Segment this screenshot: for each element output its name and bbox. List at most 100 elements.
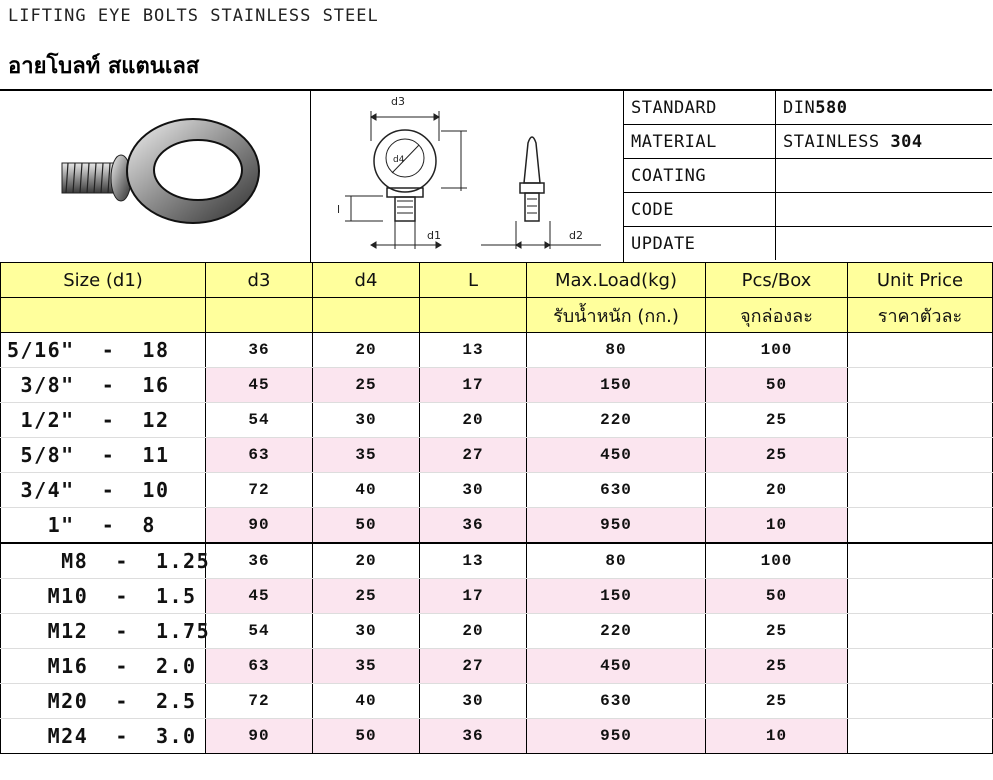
spec-key: UPDATE [624, 226, 776, 260]
cell-price [847, 613, 993, 649]
table-row: M10 - 1.5 45 25 17 150 50 [0, 578, 993, 614]
cell-load: 150 [526, 367, 706, 403]
header-unit-price: Unit Price [847, 262, 993, 298]
header-l-sub [419, 297, 527, 333]
spec-value: DIN580 [775, 91, 992, 125]
cell-load: 630 [526, 472, 706, 508]
cell-load: 630 [526, 683, 706, 719]
cell-l: 13 [419, 332, 527, 368]
cell-l: 20 [419, 402, 527, 438]
product-table: Size (d1) d3 d4 L Max.Load(kg) Pcs/Box Unit Pr… [0, 262, 993, 754]
eye-bolt-photo-icon [61, 118, 260, 224]
cell-d4: 20 [312, 332, 420, 368]
cell-d3: 45 [205, 578, 313, 614]
spec-value-bold: 304 [890, 131, 923, 152]
cell-d4: 50 [312, 718, 420, 754]
spec-value-prefix: DIN [783, 97, 816, 118]
spec-key: STANDARD [624, 91, 776, 125]
cell-pcs: 25 [705, 648, 848, 684]
page-title-en: LIFTING EYE BOLTS STAINLESS STEEL [8, 6, 379, 26]
cell-price [847, 437, 993, 473]
cell-pcs: 20 [705, 472, 848, 508]
spec-value-prefix: STAINLESS [783, 131, 891, 152]
spec-key: COATING [624, 158, 776, 193]
cell-d3: 36 [205, 542, 313, 579]
cell-size: 5/8" - 11 [0, 437, 206, 473]
cell-l: 36 [419, 507, 527, 544]
cell-d4: 30 [312, 613, 420, 649]
product-photo [0, 91, 311, 262]
cell-d4: 35 [312, 648, 420, 684]
spec-row: MATERIAL STAINLESS 304 [624, 124, 992, 159]
cell-price [847, 402, 993, 438]
cell-d4: 40 [312, 472, 420, 508]
cell-pcs: 100 [705, 332, 848, 368]
header-d3-sub [205, 297, 313, 333]
cell-d3: 63 [205, 648, 313, 684]
table-row: 3/4" - 10 72 40 30 630 20 [0, 472, 993, 508]
header-pcs-box-sub: จุกล่องละ [705, 297, 848, 333]
spec-value [776, 227, 993, 261]
diagram-label-d2: d2 [569, 229, 583, 242]
cell-load: 220 [526, 402, 706, 438]
cell-l: 30 [419, 472, 527, 508]
cell-d3: 63 [205, 437, 313, 473]
table-row: 5/16" - 18 36 20 13 80 100 [0, 332, 993, 368]
header-max-load-sub: รับน้ำหนัก (กก.) [526, 297, 706, 333]
header-max-load: Max.Load(kg) [526, 262, 706, 298]
cell-load: 80 [526, 542, 706, 579]
header-d4-sub [312, 297, 420, 333]
diagram-label-d1: d1 [427, 229, 441, 242]
cell-price [847, 683, 993, 719]
diagram-label-d3: d3 [391, 95, 405, 108]
cell-size: M16 - 2.0 [0, 648, 206, 684]
table-row: M20 - 2.5 72 40 30 630 25 [0, 683, 993, 719]
cell-l: 13 [419, 542, 527, 579]
header-unit-price-sub: ราคาตัวละ [847, 297, 993, 333]
table-row: 1" - 8 90 50 36 950 10 [0, 507, 993, 544]
cell-d3: 90 [205, 507, 313, 544]
cell-d4: 40 [312, 683, 420, 719]
table-row: 1/2" - 12 54 30 20 220 25 [0, 402, 993, 438]
spec-value-bold: 580 [815, 97, 848, 118]
cell-l: 20 [419, 613, 527, 649]
spec-table: STANDARD DIN580 MATERIAL STAINLESS 304 COATI… [624, 91, 992, 260]
cell-size: M8 - 1.25 [0, 542, 209, 579]
spec-row: COATING [624, 158, 992, 193]
cell-l: 27 [419, 437, 527, 473]
table-row: M8 - 1.25 36 20 13 80 100 [0, 542, 993, 579]
cell-l: 30 [419, 683, 527, 719]
cell-pcs: 50 [705, 367, 848, 403]
table-row: M16 - 2.0 63 35 27 450 25 [0, 648, 993, 684]
cell-pcs: 50 [705, 578, 848, 614]
spec-value [775, 158, 992, 193]
cell-load: 450 [526, 648, 706, 684]
cell-load: 950 [526, 718, 706, 754]
cell-price [847, 542, 993, 579]
header-d4: d4 [312, 262, 420, 298]
cell-size: 3/4" - 10 [0, 472, 206, 508]
spec-section: d3 d4 l d1 d2 STANDARD DIN580 MATERIAL S… [0, 89, 992, 262]
cell-size: 3/8" - 16 [0, 367, 206, 403]
cell-size: M20 - 2.5 [0, 683, 206, 719]
cell-l: 17 [419, 367, 527, 403]
header-size: Size (d1) [0, 262, 206, 298]
table-row: 5/8" - 11 63 35 27 450 25 [0, 437, 993, 473]
cell-size: M12 - 1.75 [0, 613, 209, 649]
cell-pcs: 100 [705, 542, 848, 579]
header-size-sub [0, 297, 206, 333]
diagram-label-d4: d4 [393, 155, 405, 165]
spec-row: CODE [624, 192, 992, 227]
cell-load: 220 [526, 613, 706, 649]
cell-l: 27 [419, 648, 527, 684]
cell-price [847, 472, 993, 508]
cell-pcs: 25 [705, 437, 848, 473]
cell-pcs: 25 [705, 402, 848, 438]
cell-d3: 54 [205, 613, 313, 649]
table-header-row: Size (d1) d3 d4 L Max.Load(kg) Pcs/Box Unit Pr… [0, 262, 993, 298]
cell-l: 17 [419, 578, 527, 614]
cell-d3: 72 [205, 683, 313, 719]
cell-pcs: 25 [705, 683, 848, 719]
cell-price [847, 367, 993, 403]
cell-size: M24 - 3.0 [0, 718, 206, 754]
